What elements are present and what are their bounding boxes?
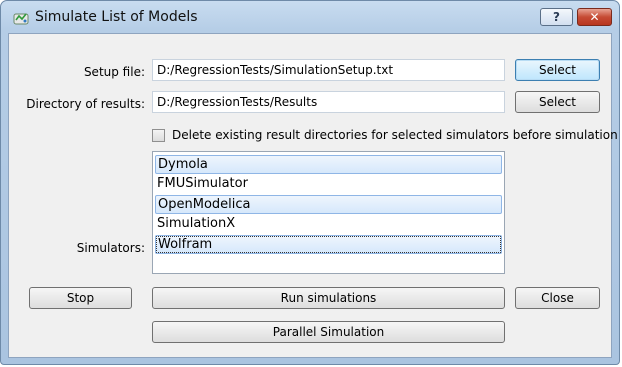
- window-close-button[interactable]: ✕: [577, 8, 612, 26]
- dialog-body: Setup file: D:/RegressionTests/Simulatio…: [8, 33, 618, 358]
- dialog-window: Simulate List of Models ? ✕ Setup file: …: [0, 0, 620, 365]
- setup-file-input[interactable]: D:/RegressionTests/SimulationSetup.txt: [152, 59, 505, 81]
- delete-results-label[interactable]: Delete existing result directories for s…: [172, 128, 618, 142]
- results-dir-select-button[interactable]: Select: [515, 91, 600, 113]
- app-icon: [13, 13, 29, 25]
- results-dir-input[interactable]: D:/RegressionTests/Results: [152, 91, 505, 113]
- parallel-simulation-button[interactable]: Parallel Simulation: [152, 321, 505, 343]
- simulators-label: Simulators:: [76, 241, 145, 255]
- list-item-wolfram[interactable]: Wolfram: [155, 235, 502, 254]
- setup-file-select-button[interactable]: Select: [515, 59, 600, 81]
- setup-file-label: Setup file:: [83, 65, 145, 79]
- run-simulations-button[interactable]: Run simulations: [152, 287, 505, 309]
- delete-results-checkbox[interactable]: [152, 129, 165, 142]
- title-bar[interactable]: Simulate List of Models ? ✕: [1, 1, 619, 33]
- close-button[interactable]: Close: [515, 287, 600, 309]
- simulators-list[interactable]: Dymola FMUSimulator OpenModelica Simulat…: [152, 151, 505, 274]
- list-item-simulationx[interactable]: SimulationX: [155, 215, 502, 234]
- list-item-dymola[interactable]: Dymola: [155, 155, 502, 174]
- results-dir-label: Directory of results:: [26, 97, 145, 111]
- list-item-fmusimulator[interactable]: FMUSimulator: [155, 175, 502, 194]
- help-button[interactable]: ?: [540, 8, 573, 26]
- help-icon: ?: [553, 10, 560, 24]
- window-title: Simulate List of Models: [35, 9, 198, 25]
- list-item-openmodelica[interactable]: OpenModelica: [155, 195, 502, 214]
- close-icon: ✕: [589, 10, 600, 24]
- stop-button[interactable]: Stop: [29, 287, 132, 309]
